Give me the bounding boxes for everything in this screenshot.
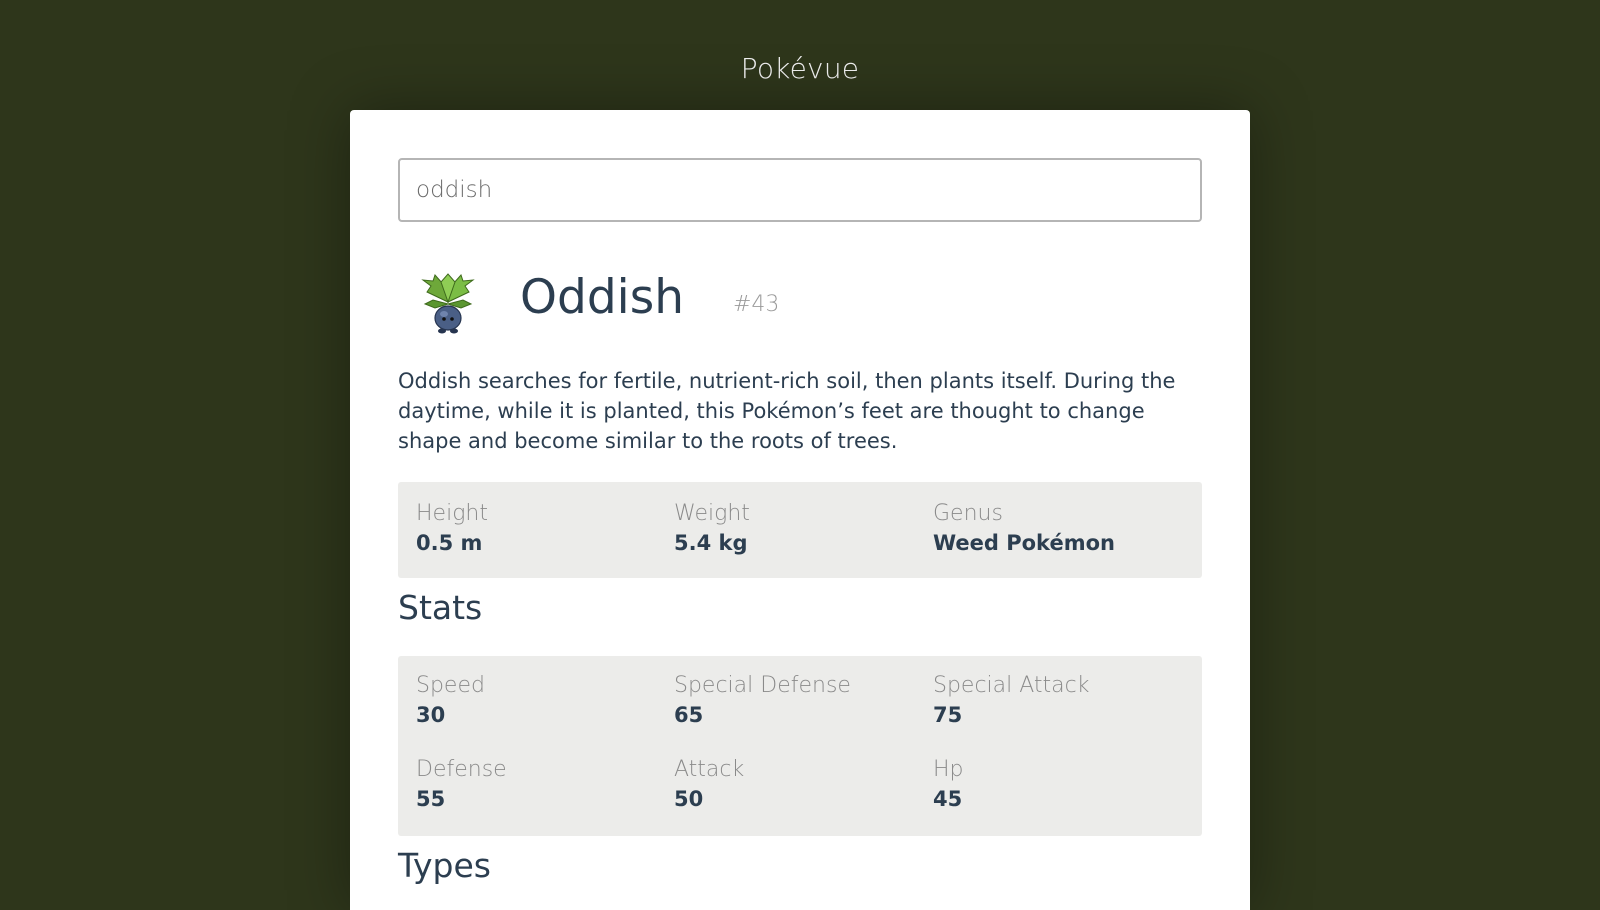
stat-value: 50 — [674, 787, 704, 811]
height-cell: Height 0.5 m — [416, 500, 666, 558]
stat-defense: Defense 55 — [416, 756, 666, 814]
stat-value: 30 — [416, 703, 446, 727]
weight-value: 5.4 kg — [674, 531, 748, 555]
stat-label: Attack — [674, 757, 745, 782]
stat-value: 65 — [674, 703, 704, 727]
oddish-sprite-icon — [421, 273, 475, 334]
stat-attack: Attack 50 — [674, 756, 924, 814]
weight-cell: Weight 5.4 kg — [674, 500, 924, 558]
stat-hp: Hp 45 — [933, 756, 1183, 814]
height-value: 0.5 m — [416, 531, 483, 555]
genus-value: Weed Pokémon — [933, 531, 1115, 555]
stat-value: 55 — [416, 787, 446, 811]
search-input[interactable] — [398, 158, 1202, 222]
basic-info-panel: Height 0.5 m Weight 5.4 kg Genus Weed Po… — [398, 482, 1202, 578]
pokemon-description: Oddish searches for fertile, nutrient-ri… — [398, 369, 1176, 453]
genus-label: Genus — [933, 501, 1003, 526]
app-title: Pokévue — [740, 52, 860, 85]
height-label: Height — [416, 501, 488, 526]
genus-cell: Genus Weed Pokémon — [933, 500, 1183, 558]
weight-label: Weight — [674, 501, 750, 526]
stat-special-defense: Special Defense 65 — [674, 672, 924, 730]
stat-speed: Speed 30 — [416, 672, 666, 730]
stat-special-attack: Special Attack 75 — [933, 672, 1183, 730]
pokemon-card: Oddish #43 Oddish searches for fertile, … — [350, 110, 1250, 910]
stat-label: Special Attack — [933, 673, 1090, 698]
stat-label: Speed — [416, 673, 485, 698]
stat-value: 75 — [933, 703, 963, 727]
pokemon-name: Oddish — [520, 270, 684, 325]
types-heading: Types — [398, 846, 491, 885]
stats-heading: Stats — [398, 588, 483, 627]
stat-value: 45 — [933, 787, 963, 811]
stat-label: Special Defense — [674, 673, 851, 698]
stat-label: Hp — [933, 757, 964, 782]
stat-label: Defense — [416, 757, 507, 782]
pokemon-header: Oddish #43 — [398, 260, 1202, 360]
pokemon-number: #43 — [733, 292, 780, 317]
stats-panel: Speed 30 Special Defense 65 Special Atta… — [398, 656, 1202, 836]
